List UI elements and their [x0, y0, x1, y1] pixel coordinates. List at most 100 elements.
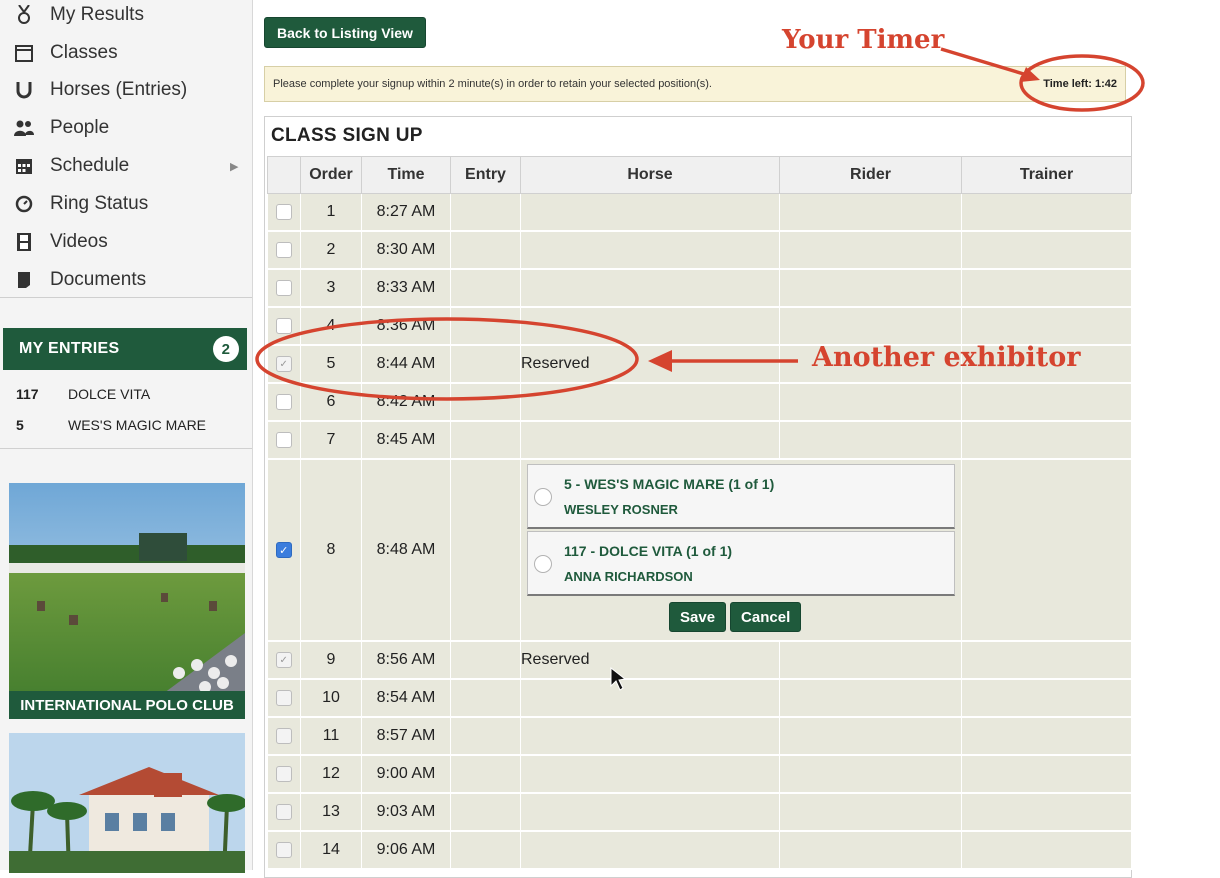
entry-option-radio[interactable] — [534, 488, 552, 506]
sidebar-item-videos[interactable]: Videos — [0, 224, 252, 260]
time-left-timer: Time left: 1:42 — [1043, 78, 1117, 90]
time-cell: 8:54 AM — [361, 679, 451, 718]
horse-cell — [520, 193, 780, 232]
row-checkbox[interactable] — [275, 728, 292, 744]
order-cell: 13 — [300, 793, 362, 832]
medal-icon — [14, 5, 34, 25]
time-cell: 9:00 AM — [361, 755, 451, 794]
back-to-listing-button[interactable]: Back to Listing View — [264, 17, 426, 48]
sidebar-item-people[interactable]: People — [0, 110, 252, 146]
entry-cell — [450, 231, 521, 270]
row-checkbox[interactable] — [275, 766, 292, 782]
sidebar-item-label: Ring Status — [50, 193, 149, 214]
row-checkbox[interactable]: ✓ — [275, 542, 292, 558]
entry-cell — [450, 421, 521, 460]
save-button[interactable]: Save — [669, 602, 727, 632]
trainer-cell — [961, 383, 1132, 422]
column-header-horse[interactable]: Horse — [520, 156, 780, 194]
column-header-order[interactable]: Order — [300, 156, 362, 194]
row-checkbox[interactable] — [275, 242, 292, 258]
sidebar-item-my-results[interactable]: My Results — [0, 0, 252, 33]
table-row: 6 8:42 AM — [267, 383, 1132, 422]
entry-option-horse: 5 - WES'S MAGIC MARE (1 of 1) — [564, 476, 775, 492]
horse-cell — [520, 755, 780, 794]
order-cell: 8 — [300, 459, 362, 642]
entry-option-radio[interactable] — [534, 555, 552, 573]
entry-number: 5 — [16, 417, 24, 433]
sidebar-item-ring-status[interactable]: Ring Status — [0, 186, 252, 222]
horse-cell — [520, 793, 780, 832]
time-cell: 8:27 AM — [361, 193, 451, 232]
entry-option-horse: 117 - DOLCE VITA (1 of 1) — [564, 543, 733, 559]
my-entry-item[interactable]: 117 DOLCE VITA — [16, 384, 246, 404]
table-row: 14 9:06 AM — [267, 831, 1132, 870]
select-cell — [267, 793, 301, 832]
row-checkbox[interactable] — [275, 394, 292, 410]
column-header-time[interactable]: Time — [361, 156, 451, 194]
column-header-entry[interactable]: Entry — [450, 156, 521, 194]
time-cell: 8:30 AM — [361, 231, 451, 270]
my-entry-item[interactable]: 5 WES'S MAGIC MARE — [16, 415, 246, 435]
divider — [0, 448, 252, 449]
row-checkbox[interactable] — [275, 690, 292, 706]
sponsor-ad-polo[interactable]: INTERNATIONAL POLO CLUB — [9, 483, 245, 719]
row-checkbox[interactable] — [275, 318, 292, 334]
my-entries-title: MY ENTRIES — [19, 340, 120, 357]
entry-cell — [450, 307, 521, 346]
row-checkbox[interactable] — [275, 842, 292, 858]
entry-cell — [450, 641, 521, 680]
trainer-cell — [961, 421, 1132, 460]
row-checkbox[interactable] — [275, 280, 292, 296]
row-checkbox[interactable]: ✓ — [275, 652, 292, 668]
your-timer-annotation: Your Timer — [782, 25, 945, 55]
time-cell: 9:06 AM — [361, 831, 451, 870]
row-checkbox[interactable]: ✓ — [275, 356, 292, 372]
picker-actions: Save Cancel — [669, 602, 802, 632]
entry-cell — [450, 345, 521, 384]
entry-option[interactable]: 5 - WES'S MAGIC MARE (1 of 1) WESLEY ROSN… — [527, 464, 955, 529]
column-header-trainer[interactable]: Trainer — [961, 156, 1132, 194]
row-checkbox[interactable] — [275, 804, 292, 820]
sidebar-item-classes[interactable]: Classes — [0, 35, 252, 71]
sidebar-item-label: Horses (Entries) — [50, 79, 188, 100]
entry-cell — [450, 679, 521, 718]
sidebar-item-documents[interactable]: Documents — [0, 262, 252, 298]
column-header-rider[interactable]: Rider — [779, 156, 962, 194]
order-cell: 5 — [300, 345, 362, 384]
select-cell — [267, 269, 301, 308]
table-row: ✓ 8 8:48 AM 5 - WES'S MAGIC MARE (1 of 1) WE… — [267, 459, 1132, 642]
clubhouse-image — [9, 733, 245, 873]
sidebar-item-schedule[interactable]: Schedule ▶ — [0, 148, 252, 184]
table-row: 11 8:57 AM — [267, 717, 1132, 756]
order-cell: 14 — [300, 831, 362, 870]
ad-caption: INTERNATIONAL POLO CLUB — [9, 691, 245, 719]
entry-option-rider: ANNA RICHARDSON — [564, 569, 693, 584]
trainer-cell — [961, 641, 1132, 680]
polo-field-image — [9, 483, 245, 719]
select-cell: ✓ — [267, 345, 301, 384]
table-row: 1 8:27 AM — [267, 193, 1132, 232]
sponsor-ad-clubhouse[interactable] — [9, 733, 245, 873]
row-checkbox[interactable] — [275, 432, 292, 448]
horse-cell — [520, 831, 780, 870]
entry-picker: 5 - WES'S MAGIC MARE (1 of 1) WESLEY ROSN… — [527, 464, 955, 634]
select-cell — [267, 421, 301, 460]
select-cell — [267, 755, 301, 794]
cancel-button[interactable]: Cancel — [730, 602, 802, 632]
time-cell: 8:33 AM — [361, 269, 451, 308]
sidebar-item-label: People — [50, 117, 110, 138]
trainer-cell — [961, 717, 1132, 756]
sidebar-item-horses[interactable]: Horses (Entries) — [0, 72, 252, 108]
rider-cell — [779, 269, 962, 308]
entry-option[interactable]: 117 - DOLCE VITA (1 of 1) ANNA RICHARDSON — [527, 531, 955, 596]
rider-cell — [779, 755, 962, 794]
order-cell: 9 — [300, 641, 362, 680]
order-cell: 1 — [300, 193, 362, 232]
select-cell: ✓ — [267, 459, 301, 642]
schedule-icon — [14, 156, 34, 176]
column-header-select — [267, 156, 301, 194]
time-cell: 8:48 AM — [361, 459, 451, 642]
row-checkbox[interactable] — [275, 204, 292, 220]
my-entries-header[interactable]: MY ENTRIES 2 — [3, 328, 247, 370]
table-row: 7 8:45 AM — [267, 421, 1132, 460]
